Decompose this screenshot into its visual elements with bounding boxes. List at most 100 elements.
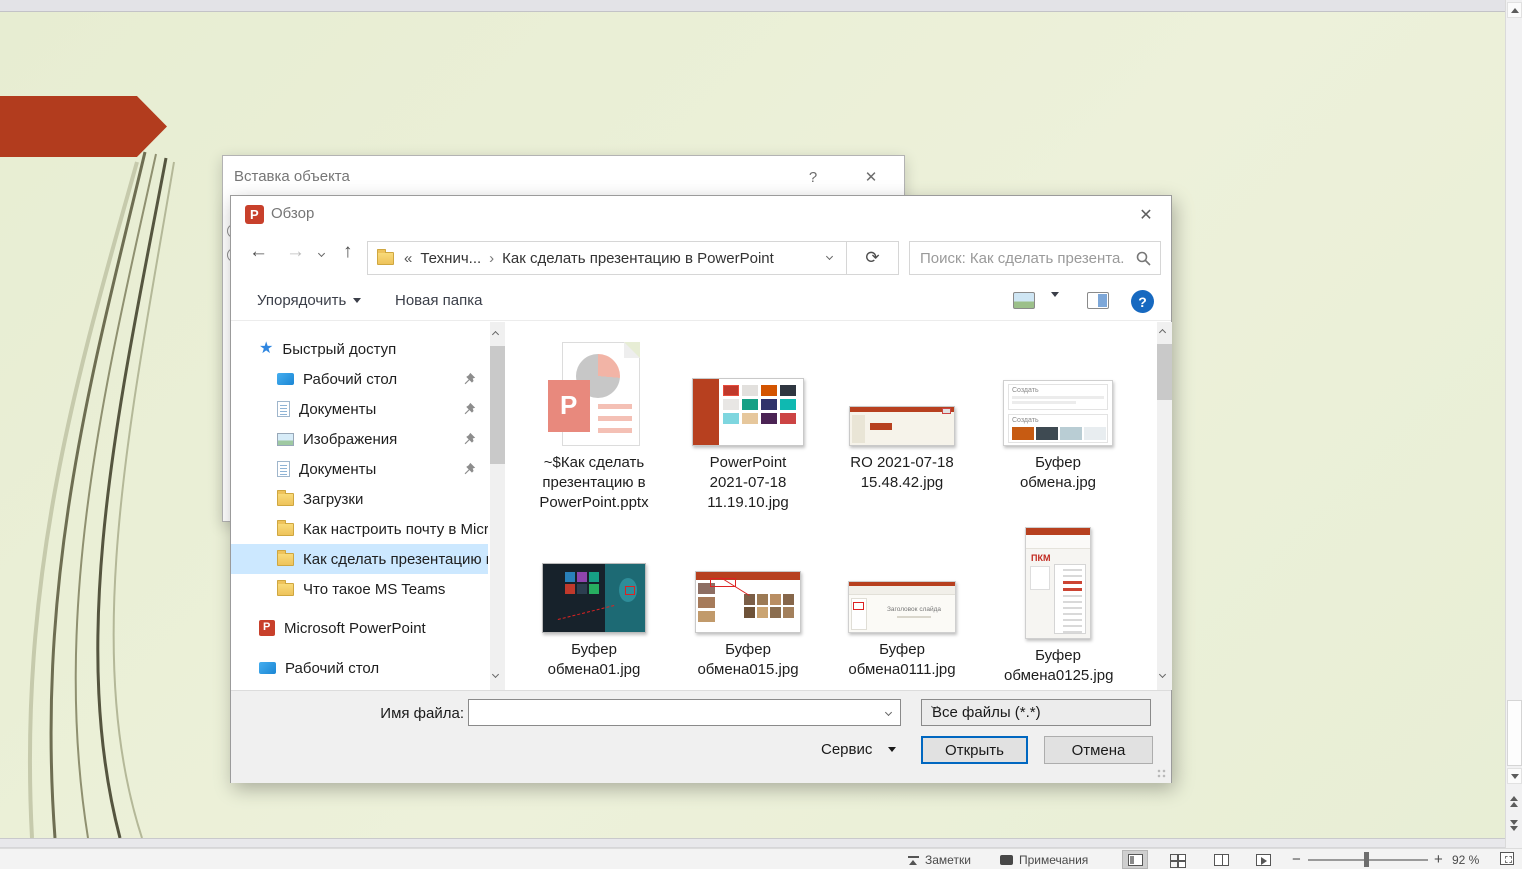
breadcrumb-collapse[interactable]: « <box>404 250 412 267</box>
file-thumbnail <box>849 406 955 446</box>
main-scrollbar[interactable] <box>1505 0 1522 848</box>
sidebar-item-microsoft-powerpoint[interactable]: Microsoft PowerPoint <box>231 613 488 643</box>
recent-locations-chevron-icon[interactable] <box>318 250 325 257</box>
organize-button[interactable]: Упорядочить <box>257 292 361 309</box>
sidebar-item-folder[interactable]: Как настроить почту в Micro <box>231 514 488 544</box>
chevron-down-icon[interactable] <box>885 709 892 716</box>
close-icon[interactable]: ✕ <box>860 166 882 188</box>
powerpoint-icon <box>259 620 275 636</box>
filetype-select[interactable]: Все файлы (*.*) <box>921 699 1151 726</box>
sidebar-item-quick-access[interactable]: ★ Быстрый доступ <box>231 334 488 364</box>
sidebar-item-pictures[interactable]: Изображения <box>231 424 488 454</box>
file-name: ~$Как сделать презентацию в PowerPoint.p… <box>529 453 659 513</box>
help-button[interactable]: ? <box>1131 290 1154 313</box>
file-name: Буфер обмена0125.jpg <box>1004 646 1112 686</box>
sidebar-item-documents[interactable]: Документы <box>231 394 488 424</box>
browse-titlebar[interactable]: Обзор ✕ <box>231 196 1171 234</box>
breadcrumb-item[interactable]: Технич... <box>420 250 481 267</box>
file-thumbnail: ПКМ <box>1025 527 1091 639</box>
file-thumbnail <box>548 342 640 446</box>
views-button[interactable] <box>1013 292 1035 309</box>
file-item[interactable]: RO 2021-07-18 15.48.42.jpg <box>827 334 977 493</box>
file-name: Буфер обмена0111.jpg <box>848 640 956 680</box>
cancel-button[interactable]: Отмена <box>1044 736 1153 764</box>
help-icon: ? <box>1131 290 1154 313</box>
previous-slide-button[interactable] <box>1510 796 1518 807</box>
search-icon[interactable] <box>1136 251 1151 266</box>
slideshow-icon <box>1256 854 1271 866</box>
views-dropdown[interactable] <box>1051 292 1059 297</box>
normal-view-button[interactable] <box>1122 850 1148 869</box>
scroll-down-icon[interactable] <box>1159 671 1166 678</box>
scrollbar-thumb[interactable] <box>1157 344 1172 400</box>
dropdown-arrow-icon <box>1051 292 1059 297</box>
file-item[interactable]: Создать Создать Буфер обмена.jpg <box>983 334 1133 493</box>
filename-input[interactable] <box>475 702 875 723</box>
comments-toggle[interactable]: Примечания <box>1000 853 1088 867</box>
next-slide-button[interactable] <box>1510 820 1518 831</box>
sidebar-item-downloads[interactable]: Загрузки <box>231 484 488 514</box>
file-item[interactable]: PowerPoint 2021-07-18 11.19.10.jpg <box>673 334 823 513</box>
address-dropdown-chevron-icon[interactable] <box>826 253 833 260</box>
tools-menu-button[interactable]: Сервис <box>821 741 896 758</box>
open-button[interactable]: Открыть <box>921 736 1028 764</box>
file-item[interactable]: Буфер обмена015.jpg <box>673 521 823 680</box>
sidebar-item-folder-selected[interactable]: Как сделать презентацию в <box>231 544 488 574</box>
insert-object-title: Вставка объекта <box>223 168 350 185</box>
reading-view-button[interactable] <box>1208 850 1234 869</box>
desktop-icon <box>277 373 294 385</box>
filename-combobox[interactable] <box>468 699 901 726</box>
zoom-out-button[interactable]: − <box>1292 851 1301 868</box>
scrollbar-thumb[interactable] <box>1507 700 1522 766</box>
sidebar-scrollbar[interactable] <box>490 322 505 690</box>
back-icon[interactable]: ← <box>249 241 268 263</box>
scroll-up-button[interactable] <box>1507 2 1522 18</box>
sidebar-item-desktop[interactable]: Рабочий стол <box>231 364 488 394</box>
forward-icon[interactable]: → <box>286 241 305 263</box>
breadcrumb-item-current[interactable]: Как сделать презентацию в PowerPoint <box>502 250 774 267</box>
zoom-level[interactable]: 92 % <box>1452 853 1479 867</box>
folder-icon <box>277 553 294 566</box>
pin-icon <box>463 402 476 415</box>
filelist-scrollbar[interactable] <box>1157 322 1172 690</box>
sidebar-item-folder[interactable]: Что такое MS Teams <box>231 574 488 604</box>
file-item[interactable]: Заголовок слайда Буфер обмена0111.jpg <box>827 521 977 680</box>
folder-icon <box>277 583 294 596</box>
filename-label: Имя файла: <box>379 705 464 722</box>
file-item[interactable]: Буфер обмена01.jpg <box>519 521 669 680</box>
fit-slide-to-window-icon[interactable] <box>1500 852 1514 865</box>
scroll-down-icon[interactable] <box>492 671 499 678</box>
scrollbar-thumb[interactable] <box>490 346 505 464</box>
address-bar[interactable]: « Технич... › Как сделать презентацию в … <box>367 241 847 275</box>
notes-toggle[interactable]: Заметки <box>908 853 971 867</box>
scroll-up-icon[interactable] <box>492 331 499 338</box>
slide-sorter-view-button[interactable] <box>1164 850 1190 869</box>
slide-sorter-icon <box>1170 854 1185 866</box>
search-input[interactable] <box>920 246 1125 270</box>
scroll-down-button[interactable] <box>1507 768 1522 784</box>
file-name: RO 2021-07-18 15.48.42.jpg <box>842 453 962 493</box>
zoom-in-button[interactable]: + <box>1434 851 1443 868</box>
preview-pane-button[interactable] <box>1087 292 1109 309</box>
zoom-slider-handle[interactable] <box>1364 852 1369 867</box>
sidebar-item-desktop[interactable]: Рабочий стол <box>231 653 488 683</box>
reading-view-icon <box>1214 854 1229 866</box>
up-icon[interactable]: ↑ <box>343 241 353 263</box>
slideshow-button[interactable] <box>1250 850 1276 869</box>
file-thumbnail <box>542 563 646 633</box>
file-thumbnail <box>692 378 804 446</box>
refresh-button[interactable]: ⟳ <box>847 241 899 275</box>
close-icon[interactable]: ✕ <box>1135 204 1157 226</box>
scroll-up-icon[interactable] <box>1159 329 1166 336</box>
file-item[interactable]: ПКМ Буфер обмена0125.jpg <box>983 521 1133 686</box>
sidebar-item-documents[interactable]: Документы <box>231 454 488 484</box>
search-box[interactable] <box>909 241 1161 275</box>
quick-access-star-icon: ★ <box>259 341 273 357</box>
new-folder-button[interactable]: Новая папка <box>395 292 482 309</box>
help-button[interactable]: ? <box>802 166 824 188</box>
file-item[interactable]: ~$Как сделать презентацию в PowerPoint.p… <box>519 334 669 513</box>
normal-view-icon <box>1128 854 1143 866</box>
dropdown-arrow-icon <box>353 298 361 303</box>
resize-grip[interactable] <box>1157 769 1167 779</box>
desktop-icon <box>259 662 276 674</box>
